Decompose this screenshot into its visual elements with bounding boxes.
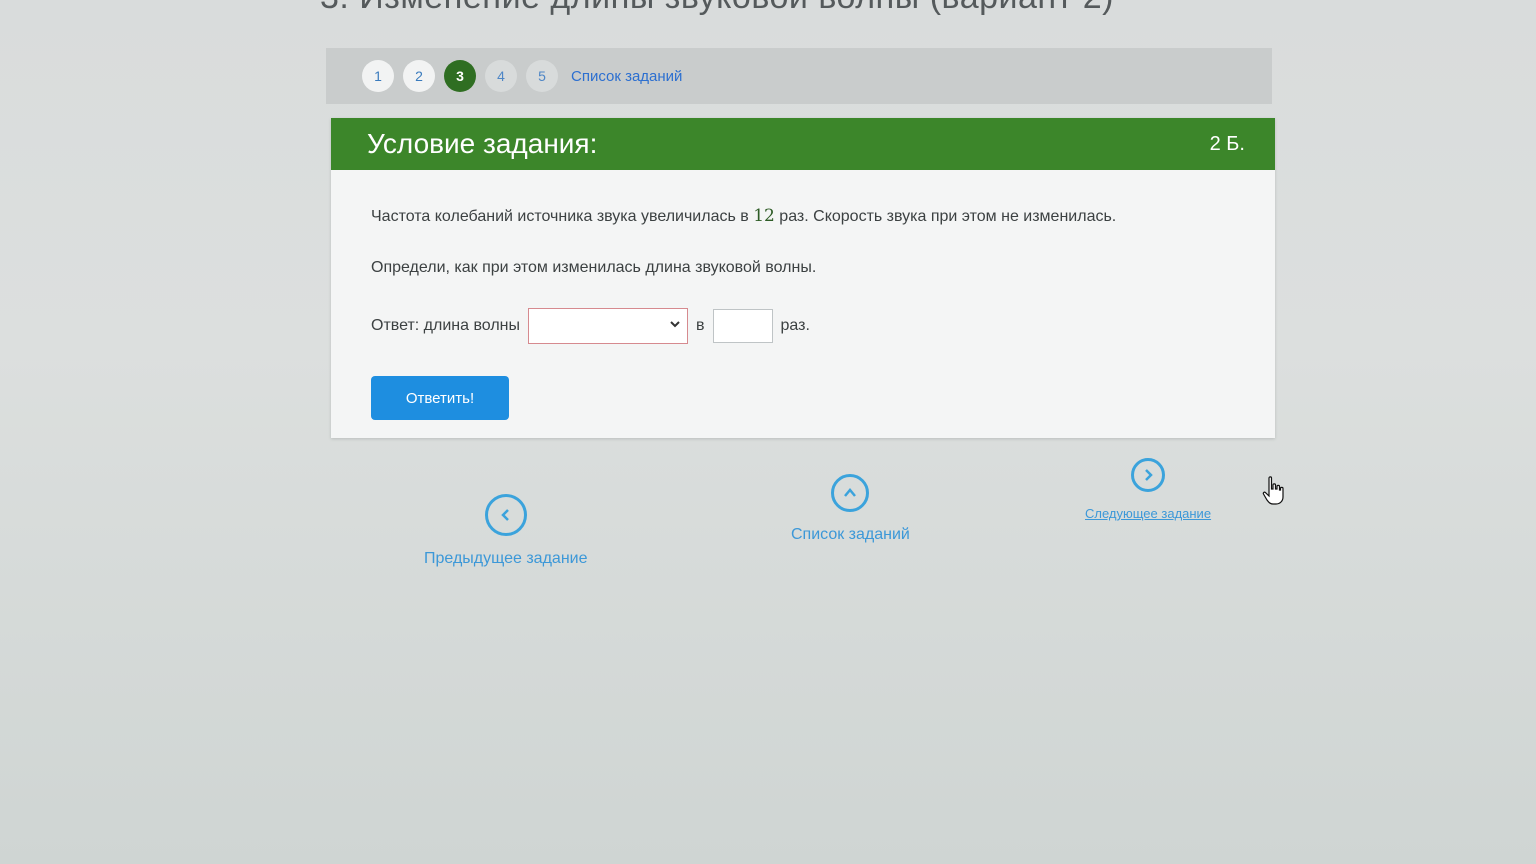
- task-list-link[interactable]: Список заданий: [571, 68, 682, 85]
- bottom-navigation: Предыдущее задание Список заданий Следую…: [0, 458, 1536, 588]
- submit-answer-button[interactable]: Ответить!: [371, 376, 509, 420]
- chevron-right-icon: [1131, 458, 1166, 492]
- card-header: Условие задания: 2 Б.: [331, 118, 1275, 170]
- task-text-line-1: Частота колебаний источника звука увелич…: [371, 206, 1235, 226]
- answer-between-text: в: [696, 317, 705, 334]
- next-task-link[interactable]: Следующее задание: [1085, 458, 1211, 521]
- task-list-bottom-link[interactable]: Список заданий: [791, 474, 910, 544]
- previous-task-link[interactable]: Предыдущее задание: [424, 494, 587, 568]
- task-nav-item-2[interactable]: 2: [403, 60, 435, 92]
- task-nav-item-4[interactable]: 4: [485, 60, 517, 92]
- task-nav-item-5[interactable]: 5: [526, 60, 558, 92]
- chevron-down-icon: [669, 317, 681, 333]
- task-navigation: 1 2 3 4 5 Список заданий: [326, 48, 1272, 104]
- task-list-bottom-label: Список заданий: [791, 526, 910, 543]
- hand-cursor-icon: [1262, 476, 1284, 513]
- answer-select[interactable]: [528, 308, 689, 344]
- task-nav-item-1[interactable]: 1: [362, 60, 394, 92]
- answer-factor-input[interactable]: [712, 309, 773, 343]
- points-badge: 2 Б.: [1209, 132, 1245, 155]
- task-text-line-2: Определи, как при этом изменилась длина …: [371, 259, 817, 276]
- page-title: 3. Изменение длины звуковой волны (вариа…: [320, 0, 1220, 17]
- task-text-part: раз. Скорость звука при этом не изменила…: [774, 208, 1117, 225]
- answer-label: Ответ: длина волны: [371, 317, 521, 334]
- chevron-left-icon: [484, 494, 527, 536]
- task-nav-item-3-active[interactable]: 3: [444, 60, 476, 92]
- next-task-label: Следующее задание: [1085, 506, 1212, 521]
- previous-task-label: Предыдущее задание: [424, 550, 588, 567]
- task-card: Условие задания: 2 Б. Частота колебаний …: [331, 118, 1275, 438]
- task-text-part: Частота колебаний источника звука увелич…: [371, 208, 754, 225]
- card-body: Частота колебаний источника звука увелич…: [331, 170, 1275, 420]
- answer-row: Ответ: длина волны в раз.: [371, 308, 1235, 344]
- task-condition-title: Условие задания:: [367, 128, 598, 159]
- task-number: 12: [753, 206, 775, 226]
- answer-suffix: раз.: [780, 317, 810, 334]
- chevron-up-icon: [831, 474, 870, 512]
